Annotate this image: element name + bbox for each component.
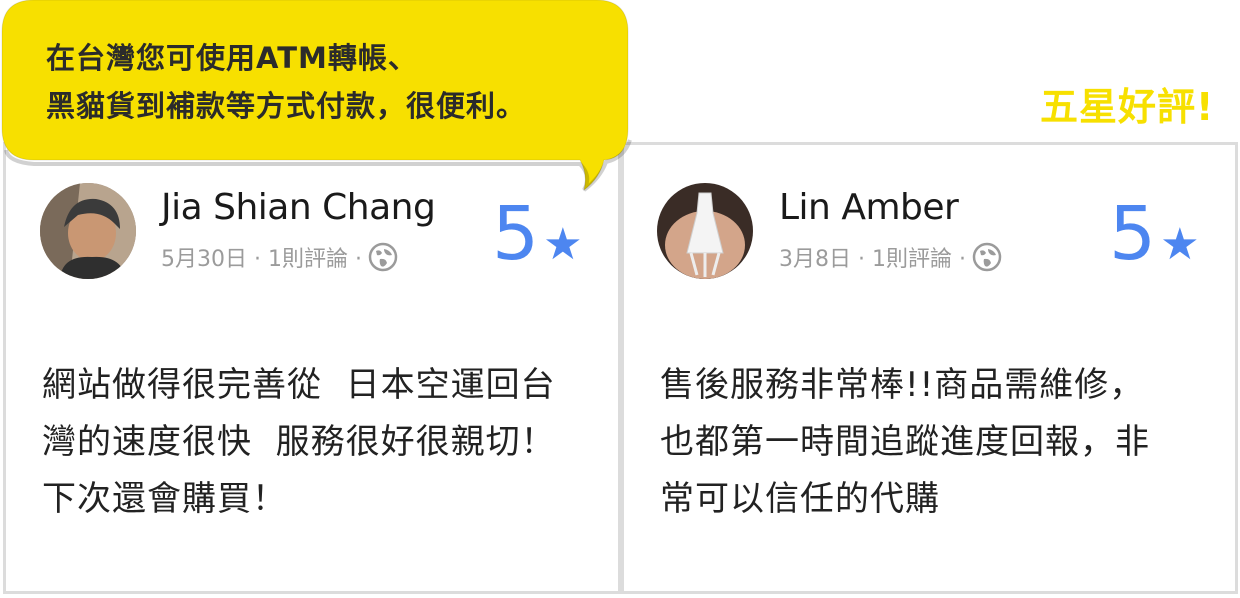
review-line: 常可以信任的代購: [660, 479, 940, 519]
review-text: 售後服務非常棒!!商品需維修， 也都第一時間追蹤進度回報，非 常可以信任的代購: [660, 357, 1220, 528]
globe-icon: [972, 242, 1002, 272]
review-card-1: Jia Shian Chang 5月30日 · 1則評論 · 5 ★ 網站做得很…: [3, 142, 621, 594]
bubble-text: 在台灣您可使用ATM轉帳、 黑貓貨到補款等方式付款，很便利。: [46, 34, 526, 130]
review-line: 下次還會購買！: [42, 479, 287, 519]
review-card-2: Lin Amber 3月8日 · 1則評論 · 5 ★ 售後服務非常棒!!商品需…: [621, 142, 1238, 594]
five-star-headline: 五星好評!: [1040, 85, 1215, 129]
review-line: 灣的速度很快 服務很好很親切！: [42, 422, 556, 462]
review-line: 網站做得很完善從 日本空運回台: [42, 365, 556, 405]
review-meta: 5月30日 · 1則評論 ·: [161, 241, 398, 273]
review-meta: 3月8日 · 1則評論 ·: [779, 241, 1002, 273]
avatar[interactable]: [40, 183, 136, 279]
avatar[interactable]: [657, 183, 753, 279]
reviewer-name[interactable]: Lin Amber: [779, 187, 959, 228]
avatar-photo: [657, 183, 753, 279]
review-text: 網站做得很完善從 日本空運回台 灣的速度很快 服務很好很親切！ 下次還會購買！: [42, 357, 602, 528]
star-icon: ★: [543, 219, 583, 270]
star-icon: ★: [1160, 219, 1200, 270]
bubble-line-1: 在台灣您可使用ATM轉帳、: [46, 41, 418, 75]
rating-number: 5: [1109, 191, 1157, 277]
reviewer-name[interactable]: Jia Shian Chang: [161, 187, 436, 228]
review-line: 售後服務非常棒!!商品需維修，: [660, 365, 1145, 405]
payment-info-bubble: 在台灣您可使用ATM轉帳、 黑貓貨到補款等方式付款，很便利。: [0, 0, 632, 192]
review-meta-text: 5月30日 · 1則評論 ·: [161, 247, 362, 272]
rating-number: 5: [492, 191, 540, 277]
bubble-line-2: 黑貓貨到補款等方式付款，很便利。: [46, 89, 527, 123]
review-meta-text: 3月8日 · 1則評論 ·: [779, 247, 966, 272]
rating-score: 5 ★: [1109, 197, 1200, 271]
rating-score: 5 ★: [492, 197, 583, 271]
review-line: 也都第一時間追蹤進度回報，非: [660, 422, 1150, 462]
avatar-photo: [40, 183, 136, 279]
globe-icon: [368, 242, 398, 272]
